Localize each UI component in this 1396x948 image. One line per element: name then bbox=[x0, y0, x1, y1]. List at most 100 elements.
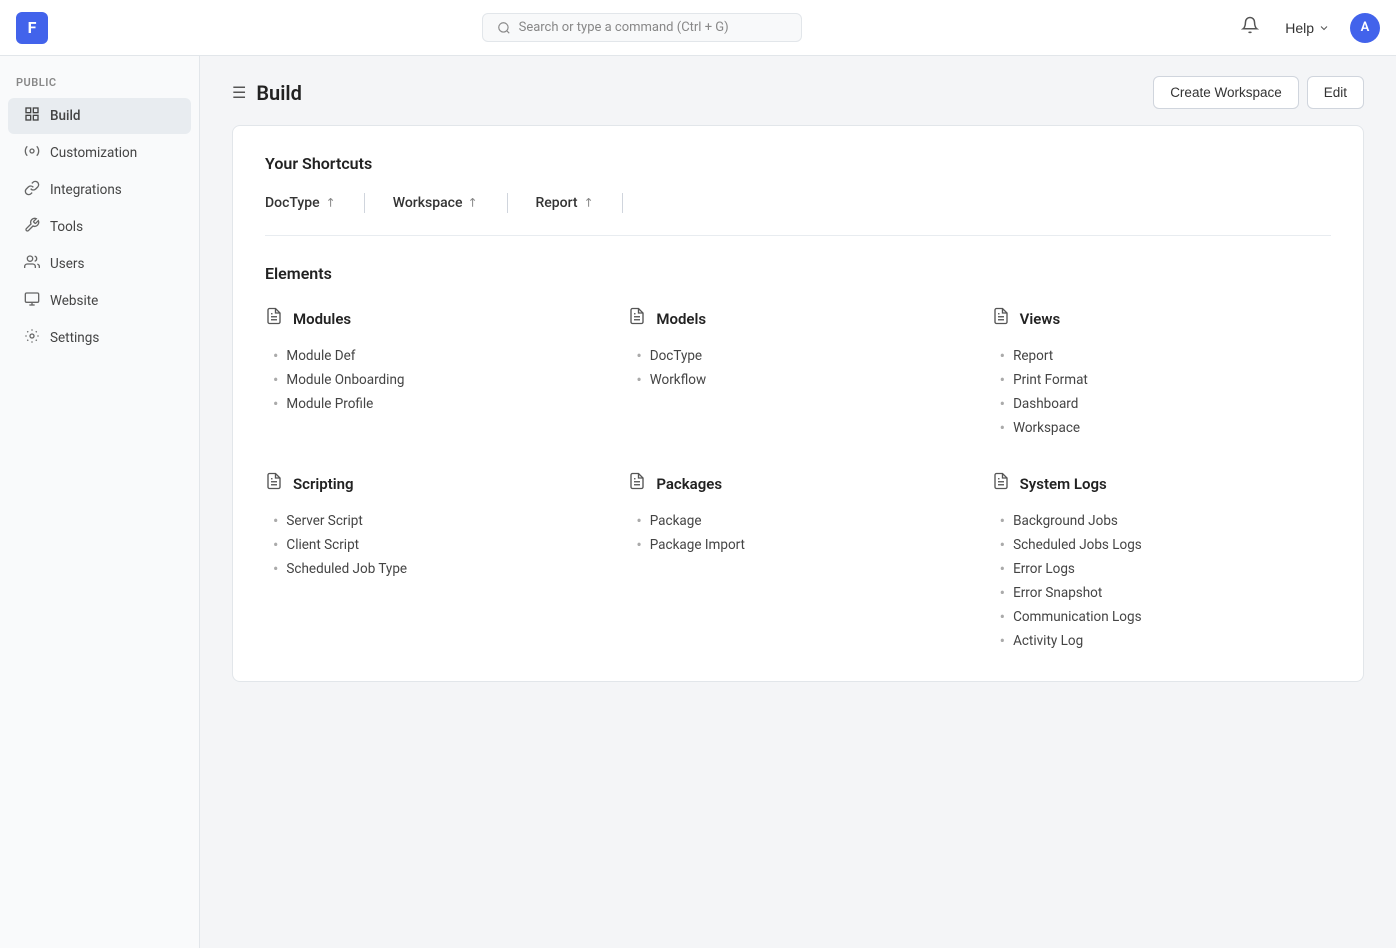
element-section-name-2: Views bbox=[1020, 310, 1061, 328]
search-box[interactable]: Search or type a command (Ctrl + G) bbox=[482, 13, 802, 42]
bell-icon bbox=[1241, 16, 1259, 34]
element-list-5: Background JobsScheduled Jobs LogsError … bbox=[992, 509, 1331, 653]
element-section-header-5: System Logs bbox=[992, 472, 1331, 495]
element-list-item-4-1[interactable]: Package Import bbox=[636, 533, 967, 557]
shortcuts-row: DocType ↗ Workspace ↗ Report ↗ bbox=[265, 191, 1331, 236]
element-list-item-5-4[interactable]: Communication Logs bbox=[1000, 605, 1331, 629]
element-section-icon-4 bbox=[628, 472, 646, 495]
element-section-icon-2 bbox=[992, 307, 1010, 330]
element-section-system-logs: System Logs Background JobsScheduled Jobs… bbox=[992, 472, 1331, 653]
element-section-name-4: Packages bbox=[656, 475, 722, 493]
element-list-item-0-2[interactable]: Module Profile bbox=[273, 392, 604, 416]
element-list-item-0-0[interactable]: Module Def bbox=[273, 344, 604, 368]
create-workspace-button[interactable]: Create Workspace bbox=[1153, 76, 1299, 109]
users-icon bbox=[24, 254, 40, 274]
element-list-item-3-1[interactable]: Client Script bbox=[273, 533, 604, 557]
sidebar-item-users[interactable]: Users bbox=[8, 246, 191, 282]
settings-icon bbox=[24, 328, 40, 348]
layout: PUBLIC Build Customization Integrations … bbox=[0, 56, 1396, 948]
element-list-item-5-3[interactable]: Error Snapshot bbox=[1000, 581, 1331, 605]
page-title-group: ☰ Build bbox=[232, 81, 302, 105]
element-list-item-0-1[interactable]: Module Onboarding bbox=[273, 368, 604, 392]
element-section-header-3: Scripting bbox=[265, 472, 604, 495]
element-list-item-1-1[interactable]: Workflow bbox=[636, 368, 967, 392]
element-section-name-3: Scripting bbox=[293, 475, 354, 493]
chevron-down-icon bbox=[1318, 22, 1330, 34]
element-section-models: Models DocTypeWorkflow bbox=[628, 307, 967, 440]
sidebar-item-tools[interactable]: Tools bbox=[8, 209, 191, 245]
element-list-item-3-2[interactable]: Scheduled Job Type bbox=[273, 557, 604, 581]
main-area: ☰ Build Create Workspace Edit Your Short… bbox=[200, 56, 1396, 948]
sidebar-item-integrations-label: Integrations bbox=[50, 182, 122, 198]
shortcuts-title: Your Shortcuts bbox=[265, 154, 1331, 173]
shortcut-doctype-label: DocType bbox=[265, 195, 320, 211]
shortcut-report-arrow: ↗ bbox=[579, 194, 596, 211]
element-list-item-3-0[interactable]: Server Script bbox=[273, 509, 604, 533]
help-label: Help bbox=[1285, 20, 1314, 36]
element-list-0: Module DefModule OnboardingModule Profil… bbox=[265, 344, 604, 416]
shortcut-workspace[interactable]: Workspace ↗ bbox=[393, 191, 479, 215]
element-list-3: Server ScriptClient ScriptScheduled Job … bbox=[265, 509, 604, 581]
element-section-name-1: Models bbox=[656, 310, 706, 328]
sidebar-item-integrations[interactable]: Integrations bbox=[8, 172, 191, 208]
element-list-item-5-1[interactable]: Scheduled Jobs Logs bbox=[1000, 533, 1331, 557]
element-section-name-5: System Logs bbox=[1020, 475, 1107, 493]
shortcut-doctype[interactable]: DocType ↗ bbox=[265, 191, 336, 215]
sidebar-item-tools-label: Tools bbox=[50, 219, 83, 235]
integrations-icon bbox=[24, 180, 40, 200]
edit-button[interactable]: Edit bbox=[1307, 76, 1364, 109]
elements-grid: Modules Module DefModule OnboardingModule… bbox=[265, 307, 1331, 653]
shortcut-workspace-arrow: ↗ bbox=[464, 194, 481, 211]
shortcut-divider-3 bbox=[622, 193, 623, 213]
search-icon bbox=[497, 21, 511, 35]
sidebar-item-website[interactable]: Website bbox=[8, 283, 191, 319]
customization-icon bbox=[24, 143, 40, 163]
element-section-icon-5 bbox=[992, 472, 1010, 495]
element-section-icon-0 bbox=[265, 307, 283, 330]
page-title: Build bbox=[256, 81, 302, 105]
element-list-item-2-1[interactable]: Print Format bbox=[1000, 368, 1331, 392]
page-header: ☰ Build Create Workspace Edit bbox=[200, 56, 1396, 125]
element-list-item-4-0[interactable]: Package bbox=[636, 509, 967, 533]
element-section-header-1: Models bbox=[628, 307, 967, 330]
element-list-item-2-3[interactable]: Workspace bbox=[1000, 416, 1331, 440]
element-list-item-2-2[interactable]: Dashboard bbox=[1000, 392, 1331, 416]
element-list-item-5-5[interactable]: Activity Log bbox=[1000, 629, 1331, 653]
shortcut-divider-1 bbox=[364, 193, 365, 213]
element-list-item-5-2[interactable]: Error Logs bbox=[1000, 557, 1331, 581]
content-card: Your Shortcuts DocType ↗ Workspace ↗ Rep… bbox=[232, 125, 1364, 682]
sidebar-item-settings-label: Settings bbox=[50, 330, 99, 346]
element-section-header-4: Packages bbox=[628, 472, 967, 495]
sidebar-item-settings[interactable]: Settings bbox=[8, 320, 191, 356]
element-list-item-5-0[interactable]: Background Jobs bbox=[1000, 509, 1331, 533]
element-list-4: PackagePackage Import bbox=[628, 509, 967, 557]
notifications-button[interactable] bbox=[1235, 10, 1265, 45]
element-list-item-1-0[interactable]: DocType bbox=[636, 344, 967, 368]
website-icon bbox=[24, 291, 40, 311]
topbar: F Search or type a command (Ctrl + G) He… bbox=[0, 0, 1396, 56]
main-content: Your Shortcuts DocType ↗ Workspace ↗ Rep… bbox=[200, 125, 1396, 948]
topbar-right: Help A bbox=[1235, 10, 1380, 45]
element-list-item-2-0[interactable]: Report bbox=[1000, 344, 1331, 368]
search-area: Search or type a command (Ctrl + G) bbox=[48, 13, 1235, 42]
element-section-icon-1 bbox=[628, 307, 646, 330]
elements-title: Elements bbox=[265, 264, 1331, 283]
sidebar-item-build[interactable]: Build bbox=[8, 98, 191, 134]
help-button[interactable]: Help bbox=[1277, 14, 1338, 42]
shortcut-report[interactable]: Report ↗ bbox=[536, 191, 594, 215]
sidebar-item-users-label: Users bbox=[50, 256, 84, 272]
search-placeholder: Search or type a command (Ctrl + G) bbox=[519, 20, 729, 35]
avatar[interactable]: A bbox=[1350, 13, 1380, 43]
tools-icon bbox=[24, 217, 40, 237]
menu-toggle[interactable]: ☰ bbox=[232, 83, 246, 102]
sidebar-item-customization-label: Customization bbox=[50, 145, 137, 161]
page-actions: Create Workspace Edit bbox=[1153, 76, 1364, 109]
shortcut-doctype-arrow: ↗ bbox=[321, 194, 338, 211]
sidebar-item-customization[interactable]: Customization bbox=[8, 135, 191, 171]
element-section-icon-3 bbox=[265, 472, 283, 495]
element-section-modules: Modules Module DefModule OnboardingModule… bbox=[265, 307, 604, 440]
element-list-2: ReportPrint FormatDashboardWorkspace bbox=[992, 344, 1331, 440]
element-section-name-0: Modules bbox=[293, 310, 351, 328]
app-logo[interactable]: F bbox=[16, 12, 48, 44]
sidebar-section-label: PUBLIC bbox=[0, 72, 199, 97]
